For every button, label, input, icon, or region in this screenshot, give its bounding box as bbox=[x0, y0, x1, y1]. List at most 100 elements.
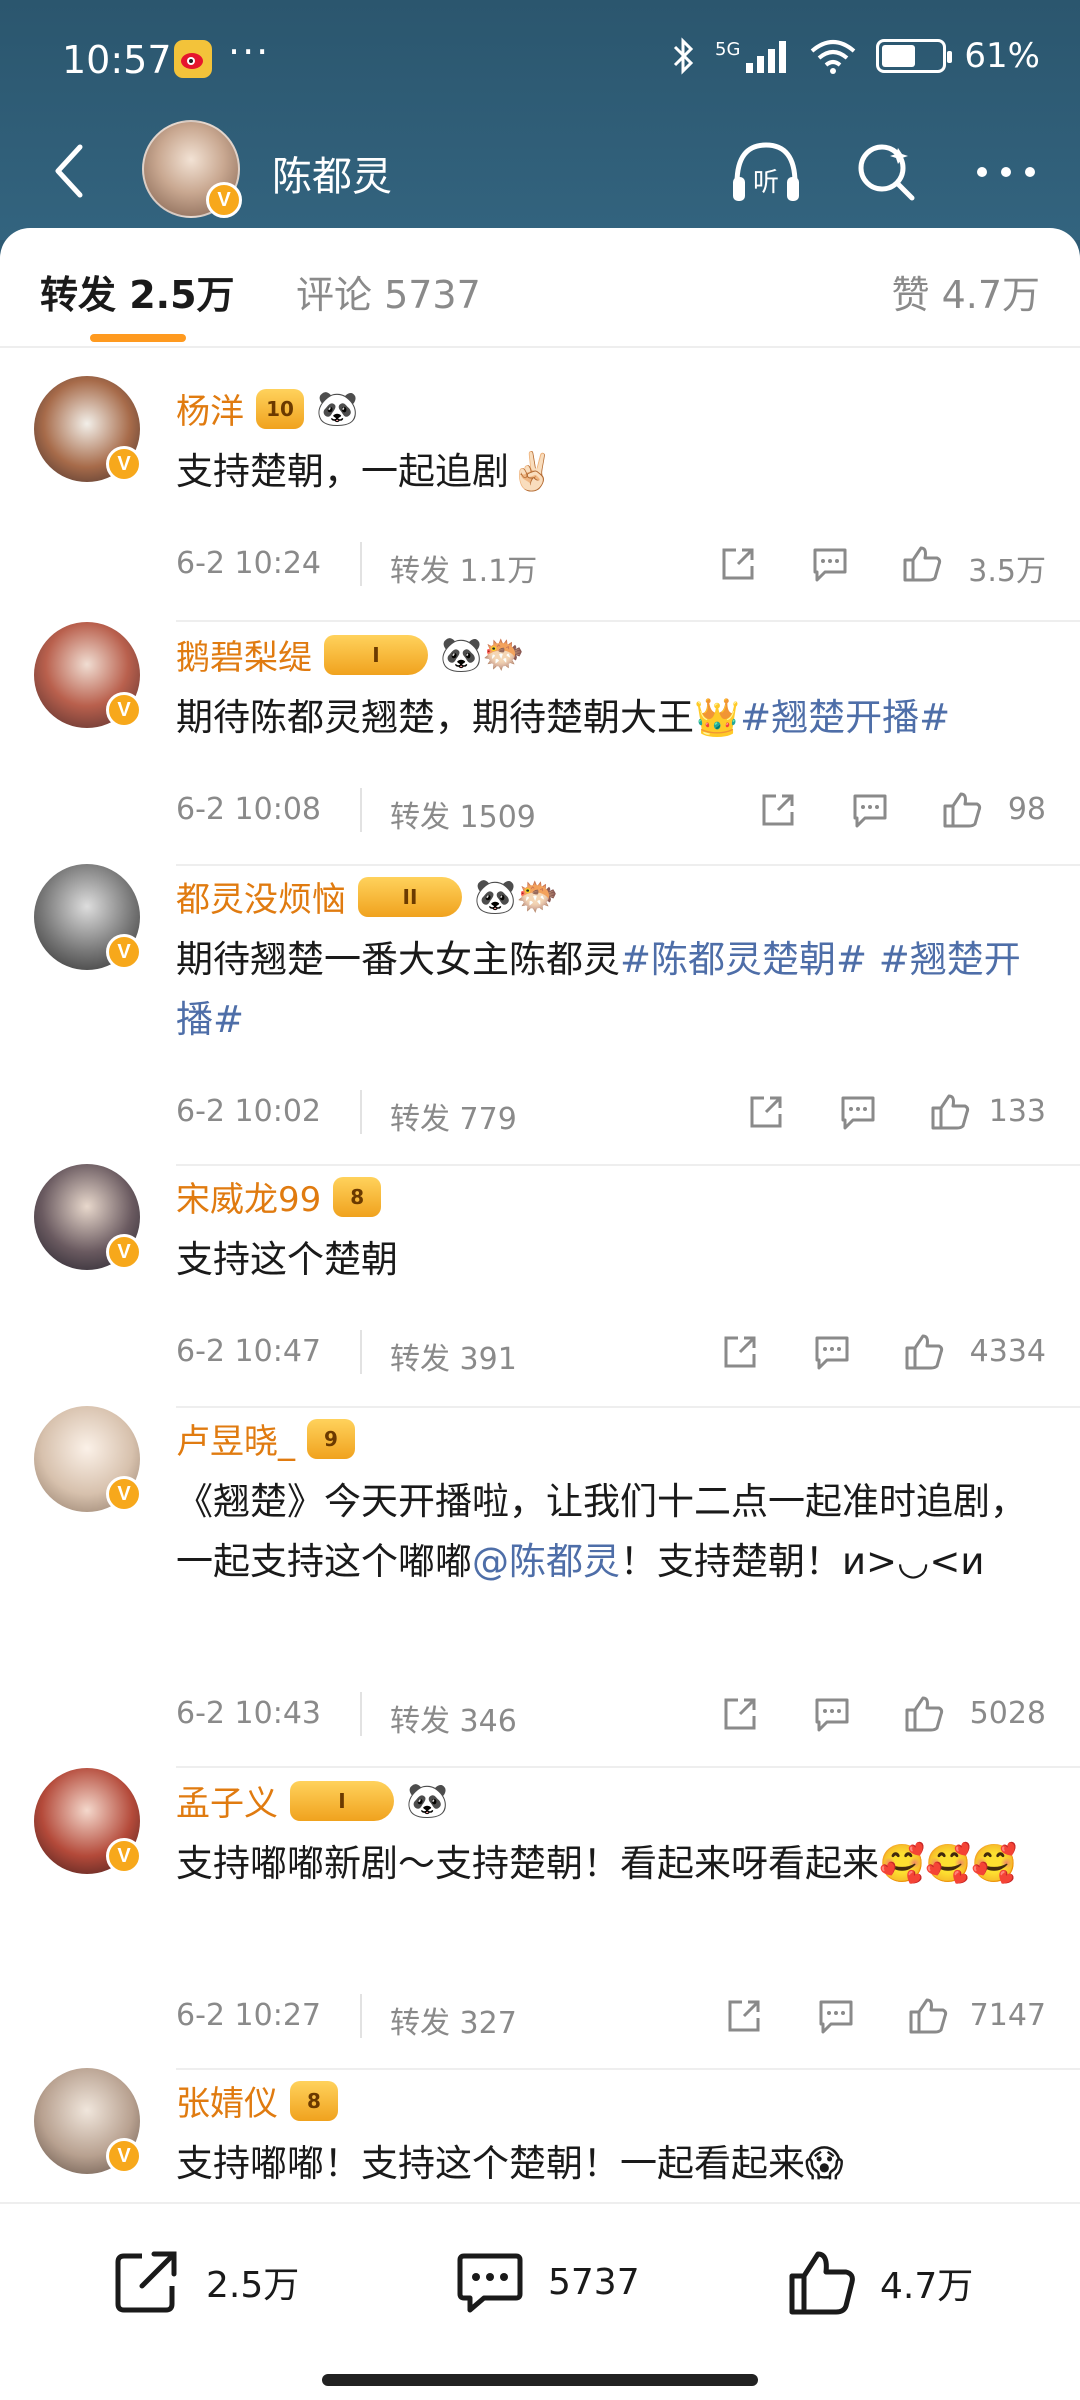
reply-button[interactable] bbox=[844, 784, 896, 836]
username[interactable]: 都灵没烦恼 II 🐼🐡 bbox=[176, 872, 559, 921]
divider bbox=[176, 1164, 1080, 1166]
divider bbox=[176, 1406, 1080, 1408]
tab-likes[interactable]: 赞 4.7万 bbox=[891, 264, 1040, 319]
thumbs-up-icon bbox=[931, 1094, 970, 1130]
like-button[interactable] bbox=[898, 1326, 950, 1378]
username-text: 杨洋 bbox=[176, 392, 244, 432]
repost-button[interactable]: 2.5万 bbox=[112, 2248, 299, 2316]
home-indicator[interactable] bbox=[322, 2374, 758, 2386]
like-button[interactable] bbox=[902, 1990, 954, 2042]
share-button[interactable] bbox=[714, 1326, 766, 1378]
back-button[interactable] bbox=[34, 136, 104, 206]
like-button[interactable] bbox=[898, 1688, 950, 1740]
crown-badge-icon: I bbox=[290, 1780, 394, 1821]
like-button[interactable] bbox=[924, 1086, 976, 1138]
comment-footer: 6-2 10:02 转发 779 133 bbox=[176, 1086, 1046, 1138]
comment-text: 支持嘟嘟！支持这个楚朝！一起看起来😱 bbox=[176, 2142, 844, 2185]
like-button[interactable] bbox=[936, 784, 988, 836]
search-button[interactable] bbox=[848, 134, 924, 210]
like-count: 5028 bbox=[969, 1696, 1046, 1731]
username[interactable]: 宋威龙99 8 bbox=[176, 1172, 382, 1221]
panda-badge-icon: 🐼 bbox=[316, 388, 359, 429]
avatar[interactable]: V bbox=[34, 1406, 142, 1512]
avatar[interactable]: V bbox=[34, 1164, 142, 1270]
status-bar: 10:57 ··· 5G 61% bbox=[0, 0, 1080, 120]
listen-button[interactable]: 听 bbox=[728, 134, 804, 210]
reply-button[interactable] bbox=[806, 1326, 858, 1378]
comment-button[interactable]: 5737 bbox=[454, 2248, 640, 2316]
share-button[interactable] bbox=[718, 1990, 770, 2042]
comment-footer: 6-2 10:08 转发 1509 98 bbox=[176, 784, 1046, 836]
mention-link[interactable]: @陈都灵 bbox=[472, 1540, 620, 1583]
crown-badge-icon: II bbox=[358, 876, 462, 917]
repost-count: 转发 327 bbox=[390, 2006, 517, 2041]
crown-badge-icon: 8 bbox=[290, 2080, 338, 2121]
like-button[interactable] bbox=[896, 538, 948, 590]
share-icon bbox=[750, 1096, 782, 1128]
avatar[interactable]: V bbox=[34, 376, 142, 482]
share-icon bbox=[762, 794, 794, 826]
share-button[interactable] bbox=[712, 538, 764, 590]
crown-badge-icon: 8 bbox=[333, 1176, 382, 1217]
repost-count: 转发 1.1万 bbox=[390, 554, 538, 589]
reply-button[interactable] bbox=[804, 538, 856, 590]
divider bbox=[360, 1330, 362, 1374]
battery-percent: 61% bbox=[964, 36, 1040, 76]
comment-footer: 6-2 10:47 转发 391 4334 bbox=[176, 1326, 1046, 1378]
username-text: 卢昱晓_ bbox=[176, 1422, 295, 1462]
repost-total: 2.5万 bbox=[206, 2265, 300, 2306]
like-total: 4.7万 bbox=[880, 2266, 974, 2307]
username[interactable]: 张婧仪 8 bbox=[176, 2076, 338, 2125]
username-text: 鹅碧梨缇 bbox=[176, 638, 312, 678]
avatar[interactable]: V bbox=[34, 864, 142, 970]
divider bbox=[176, 2068, 1080, 2070]
avatar[interactable]: V bbox=[34, 622, 142, 728]
username-text: 都灵没烦恼 bbox=[176, 880, 346, 920]
verified-badge-icon: V bbox=[206, 182, 242, 218]
thumbs-up-icon bbox=[903, 546, 942, 582]
verified-badge-icon: V bbox=[106, 934, 142, 970]
comment-text: 支持嘟嘟新剧～支持楚朝！看起来呀看起来🥰🥰🥰 bbox=[176, 1842, 1018, 1885]
repost-count: 转发 346 bbox=[390, 1704, 517, 1739]
reply-button[interactable] bbox=[810, 1990, 862, 2042]
profile-avatar[interactable]: V bbox=[142, 120, 242, 218]
share-icon bbox=[724, 1698, 756, 1730]
hashtag-link[interactable]: #翘楚开播# bbox=[740, 696, 950, 739]
like-count: 7147 bbox=[969, 1998, 1046, 2033]
repost-count: 转发 779 bbox=[390, 1102, 517, 1137]
comment-text: 支持这个楚朝 bbox=[176, 1238, 398, 1281]
tab-comments[interactable]: 评论 5737 bbox=[296, 264, 481, 319]
share-button[interactable] bbox=[752, 784, 804, 836]
comment-text: 《翘楚》今天开播啦，让我们十二点一起准时追剧，一起支持这个嘟嘟@陈都灵！支持楚朝… bbox=[176, 1472, 1046, 1592]
like-count: 133 bbox=[988, 1094, 1046, 1129]
active-tab-indicator bbox=[90, 334, 186, 342]
share-button[interactable] bbox=[714, 1688, 766, 1740]
status-more-dots: ··· bbox=[228, 30, 271, 74]
status-right-group: 5G 61% bbox=[671, 36, 1040, 76]
username[interactable]: 杨洋 10 🐼 bbox=[176, 384, 358, 433]
reply-button[interactable] bbox=[832, 1086, 884, 1138]
share-button[interactable] bbox=[740, 1086, 792, 1138]
repost-count: 转发 391 bbox=[390, 1342, 517, 1377]
profile-name[interactable]: 陈都灵 bbox=[272, 144, 392, 202]
content-sheet: 转发 2.5万 评论 5737 赞 4.7万 V 杨洋 10 🐼 支持楚朝，一起… bbox=[0, 228, 1080, 2400]
like-button[interactable]: 4.7万 bbox=[786, 2248, 973, 2318]
verified-badge-icon: V bbox=[106, 692, 142, 728]
crown-badge-icon: 9 bbox=[307, 1418, 355, 1459]
more-button[interactable] bbox=[968, 134, 1044, 210]
avatar[interactable]: V bbox=[34, 1768, 142, 1874]
username[interactable]: 卢昱晓_ 9 bbox=[176, 1414, 355, 1463]
verified-badge-icon: V bbox=[106, 1476, 142, 1512]
avatar[interactable]: V bbox=[34, 2068, 142, 2174]
username-text: 孟子义 bbox=[176, 1784, 278, 1824]
tab-reposts[interactable]: 转发 2.5万 bbox=[40, 264, 235, 319]
verified-badge-icon: V bbox=[106, 446, 142, 482]
post-time: 6-2 10:24 bbox=[176, 546, 321, 581]
reply-button[interactable] bbox=[806, 1688, 858, 1740]
like-count: 98 bbox=[1007, 792, 1046, 827]
repost-count: 转发 1509 bbox=[390, 800, 536, 835]
divider bbox=[360, 788, 362, 832]
username[interactable]: 孟子义 I 🐼 bbox=[176, 1776, 448, 1825]
username[interactable]: 鹅碧梨缇 I 🐼🐡 bbox=[176, 630, 525, 679]
bluetooth-icon bbox=[673, 37, 694, 75]
